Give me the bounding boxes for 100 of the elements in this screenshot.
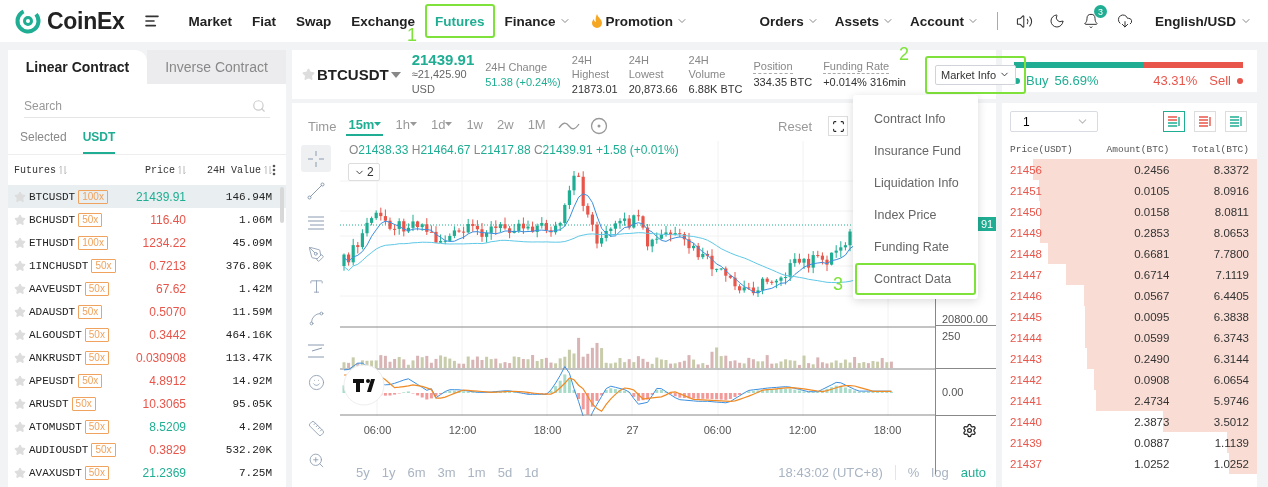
book-view-button[interactable] [1163,111,1185,132]
sell-dot-icon [1237,77,1243,84]
column-header: Total(BTC) [1191,144,1249,155]
quote-tab[interactable]: Selected [20,128,67,154]
ask-total: 6.4405 [1213,289,1249,302]
stat-value: 21873.01 [571,81,618,97]
star-icon[interactable] [14,374,26,387]
time-axis-label: 06:00 [362,424,393,436]
market-info-dropdown[interactable]: Market Info [935,64,1017,85]
menu-item[interactable]: Insurance Fund [857,137,974,165]
star-icon[interactable] [14,305,26,318]
star-icon[interactable] [302,68,315,81]
indicator-icon[interactable] [589,117,608,135]
callout-number: 2 [899,44,909,63]
price-cell-text: 0.3442 [148,327,186,342]
symbol-name: ALGOUSDT [29,328,82,341]
currency-label: USD [411,82,436,97]
nav-link[interactable]: Account [902,11,987,31]
fullscreen-icon [831,119,845,133]
star-icon[interactable] [14,351,26,364]
stat-value: 51.38 (+0.24%) [485,74,561,90]
sort-icon[interactable] [59,165,67,175]
stat-label: Funding Rate [823,59,890,74]
value-cell-text: 146.94M [224,190,272,203]
symbol-name: ANKRUSDT [29,351,82,364]
ask-amount: 2.3873 [1134,415,1170,428]
menu-item[interactable]: Contract Data [857,265,974,293]
price-cell-text: 8.5209 [148,419,186,434]
symbol-name: AUDIOUSDT [29,443,89,456]
leverage-tag: 50x [84,419,109,434]
star-icon[interactable] [14,236,26,249]
ask-total: 6.3743 [1213,331,1249,344]
symbol-name: ARUSDT [29,397,69,410]
search-icon[interactable] [252,99,266,113]
time-label: Time [308,118,337,134]
symbol-name: ATOMUSDT [29,420,82,433]
settings-icon[interactable] [961,422,977,438]
menu-item[interactable]: Index Price [857,201,974,229]
menu-item[interactable]: Liquidation Info [857,169,974,197]
nav-link[interactable]: Orders [751,11,827,31]
leverage-tag: 50x [84,465,109,480]
logo-text: CoinEx [47,7,125,35]
sort-icon[interactable] [178,165,186,175]
ask-amount: 0.6714 [1134,268,1170,281]
ask-total: 7.1119 [1215,268,1249,281]
price-cell-text: 4.8912 [148,373,186,388]
price-axis-label: 20800.00 [942,313,988,325]
star-icon[interactable] [14,213,26,226]
market-row[interactable]: BTCUSDT 100x 21439.91 146.94M [8,185,286,208]
ask-amount: 0.0887 [1134,436,1170,449]
contract-tab[interactable]: Linear Contract [8,50,147,84]
star-icon[interactable] [14,443,26,456]
star-icon[interactable] [14,282,26,295]
ask-total: 6.3838 [1213,310,1249,323]
ask-total: 3.5012 [1213,415,1249,428]
ask-price: 21443 [1010,352,1042,365]
menu-item[interactable]: Contract Info [857,105,974,133]
price-cell-text: 10.3065 [141,396,186,411]
value-cell-text: 45.09M [231,236,272,249]
nav-link[interactable]: Fiat [243,11,284,31]
nav-link[interactable]: Swap [288,11,340,31]
caret-icon[interactable] [390,71,401,78]
nav-link[interactable]: Promotion [582,11,697,31]
tradingview-logo-icon[interactable] [342,363,386,407]
sell-label: Sell [1209,73,1231,88]
star-icon[interactable] [14,466,26,479]
star-icon[interactable] [14,397,26,410]
ask-total: 6.3144 [1213,352,1249,365]
nav-link[interactable]: Assets [826,11,902,31]
wave-icon[interactable] [557,121,580,131]
stat-label: 24H Highest [571,52,611,81]
more-icon[interactable] [272,164,276,176]
star-icon[interactable] [14,420,26,433]
crosshair-icon[interactable] [301,145,331,172]
time-axis-label: 18:00 [872,424,903,436]
symbol-name: 1INCHUSDT [29,259,89,272]
order-list-icon [1229,115,1243,128]
stat-label: 24H Lowest [628,52,665,81]
scrollbar-thumb[interactable] [280,187,284,223]
price-cell-text: 0.5070 [148,304,186,319]
ask-total: 5.9746 [1213,394,1249,407]
language-selector[interactable]: English/USD [1149,12,1258,30]
ask-total: 1.1139 [1214,436,1249,449]
nav-link[interactable]: Market [180,11,240,31]
volume-axis-label: 250 [942,330,961,342]
value-cell-text: 464.16K [224,328,272,341]
menu-item[interactable]: Funding Rate [857,233,974,261]
symbol-name: APEUSDT [29,374,76,387]
symbol-selector[interactable]: BTCUSDT [317,66,389,83]
indicator-toggle[interactable]: 2 [348,163,380,181]
symbol-name: AVAXUSDT [29,466,82,479]
ask-total: 1.0252 [1213,457,1249,470]
price-cell-text: 67.62 [154,281,186,296]
nav-link[interactable]: Finance [496,11,579,31]
star-icon[interactable] [14,328,26,341]
star-icon[interactable] [14,259,26,272]
fullscreen-button[interactable] [828,116,848,136]
price-cell-text: 0.3829 [148,442,186,457]
precision-select[interactable]: 1 [1010,111,1098,132]
price-cell-text: 0.7213 [148,258,186,273]
